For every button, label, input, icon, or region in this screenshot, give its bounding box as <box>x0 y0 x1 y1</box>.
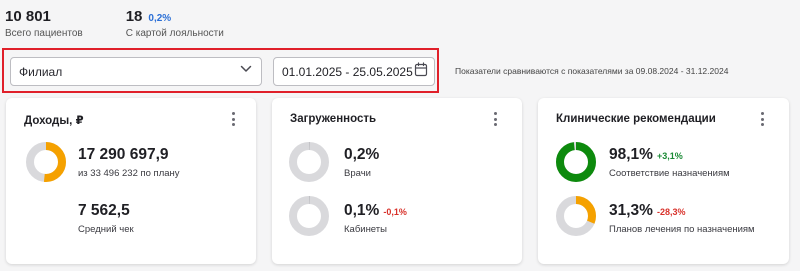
clinical-recommendations-card: Клинические рекомендации 98,1% +3,1% Соот… <box>538 98 789 264</box>
compare-period-note: Показатели сравниваются с показателями з… <box>455 66 729 76</box>
kebab-menu-icon[interactable] <box>756 111 768 127</box>
rooms-donut-chart <box>289 196 329 236</box>
rooms-delta: -0,1% <box>383 207 407 217</box>
stat-change: 0,2% <box>148 13 172 24</box>
rooms-label: Кабинеты <box>344 224 387 235</box>
filter-highlight-frame: Филиал 01.01.2025 - 25.05.2025 <box>2 48 439 93</box>
income-donut-chart <box>26 142 66 182</box>
date-range-picker[interactable]: 01.01.2025 - 25.05.2025 <box>273 57 435 86</box>
compliance-value: 98,1% <box>609 146 653 163</box>
average-check-value: 7 562,5 <box>78 202 130 219</box>
plans-label: Планов лечения по назначениям <box>609 224 755 235</box>
branch-select[interactable]: Филиал <box>10 57 262 86</box>
card-title: Загруженность <box>290 113 377 125</box>
income-plan-label: из 33 496 232 по плану <box>78 168 180 179</box>
card-title: Доходы, ₽ <box>24 115 84 127</box>
chevron-down-icon <box>239 62 253 81</box>
compliance-label: Соответствие назначениям <box>609 168 730 179</box>
card-title: Клинические рекомендации <box>556 113 716 125</box>
plans-value: 31,3% <box>609 202 653 219</box>
calendar-icon[interactable] <box>414 61 428 82</box>
compliance-delta: +3,1% <box>656 151 683 161</box>
donut-arc <box>556 142 596 182</box>
doctors-load-value: 0,2% <box>344 146 380 163</box>
income-value: 17 290 697,9 <box>78 146 169 163</box>
stat-label: Всего пациентов <box>5 28 83 39</box>
average-check-label: Средний чек <box>78 224 134 235</box>
plans-donut-chart <box>556 196 596 236</box>
stat-total-patients: 10 801 Всего пациентов <box>5 8 83 39</box>
kebab-menu-icon[interactable] <box>489 111 501 127</box>
donut-track <box>289 142 329 182</box>
rooms-value: 0,1% <box>344 202 380 219</box>
stat-value: 18 <box>125 8 143 25</box>
plans-delta: -28,3% <box>656 207 686 217</box>
rooms-load-value: 0,1% -0,1% <box>344 202 407 220</box>
stat-loyalty-card: 18 0,2% С картой лояльности <box>126 8 224 39</box>
load-card: Загруженность 0,2% Врачи 0,1% -0,1% Кабин… <box>272 98 522 264</box>
stat-label: С картой лояльности <box>125 28 224 39</box>
kebab-menu-icon[interactable] <box>227 111 239 127</box>
summary-stats: 10 801 Всего пациентов 18 0,2% С картой … <box>5 8 267 39</box>
donut-track <box>289 196 329 236</box>
doctors-donut-chart <box>289 142 329 182</box>
stat-row: 10 801 <box>5 8 83 25</box>
plans-metric: 31,3% -28,3% <box>609 202 685 220</box>
doctors-label: Врачи <box>344 168 371 179</box>
compliance-donut-chart <box>556 142 596 182</box>
date-range-value: 01.01.2025 - 25.05.2025 <box>282 64 413 79</box>
compliance-metric: 98,1% +3,1% <box>609 146 683 164</box>
branch-select-label: Филиал <box>19 64 63 79</box>
stat-row: 18 0,2% <box>126 8 224 25</box>
income-card: Доходы, ₽ 17 290 697,9 из 33 496 232 по … <box>6 98 256 264</box>
stat-value: 10 801 <box>5 8 51 25</box>
